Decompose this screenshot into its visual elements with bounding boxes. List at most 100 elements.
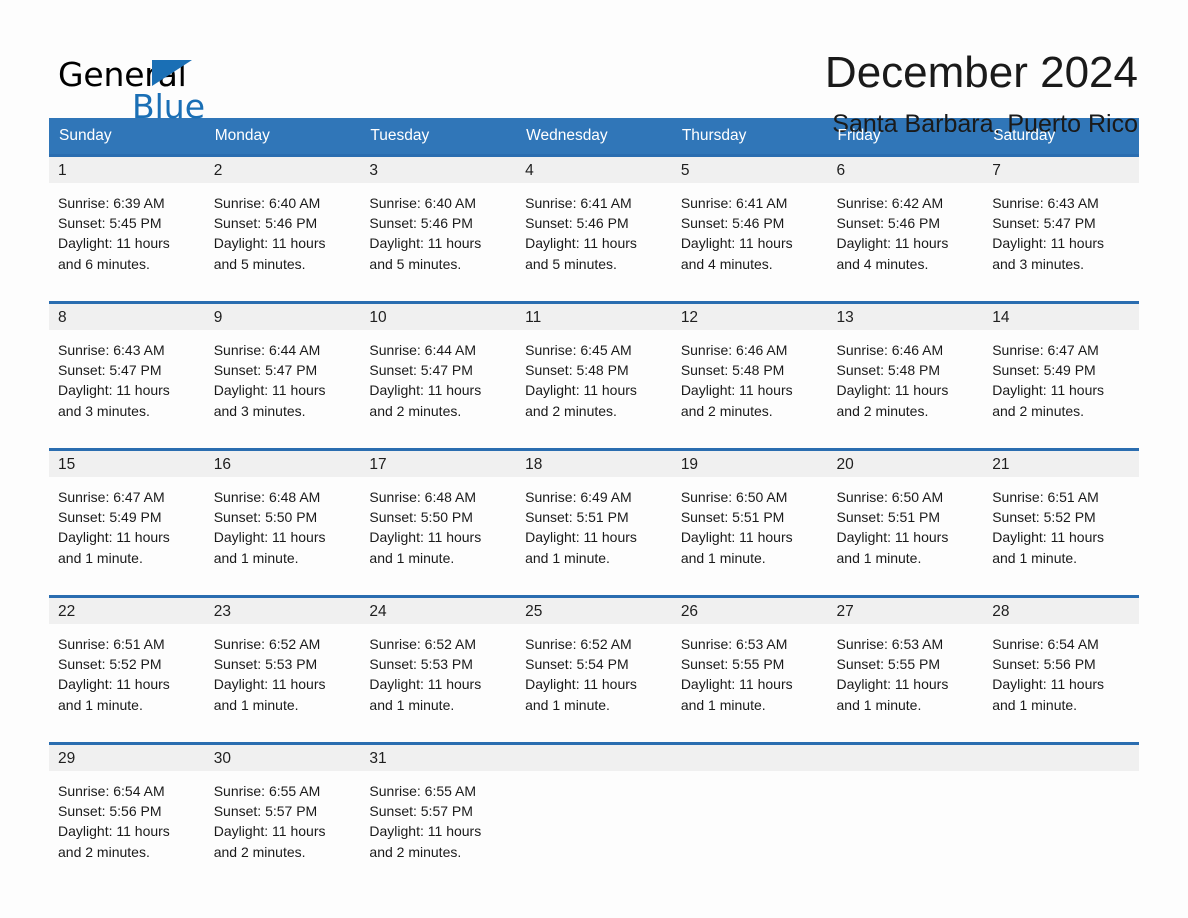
day-number: 27 xyxy=(827,598,984,624)
day-number: 12 xyxy=(671,304,828,330)
day-number: 18 xyxy=(516,451,672,477)
day-sun-info: Sunrise: 6:51 AM Sunset: 5:52 PM Dayligh… xyxy=(58,636,170,713)
logo-triangle-icon xyxy=(152,60,192,86)
day-sun-info: Sunrise: 6:50 AM Sunset: 5:51 PM Dayligh… xyxy=(836,489,949,566)
day-cell[interactable]: 4 Sunrise: 6:41 AM Sunset: 5:46 PM Daylig… xyxy=(516,154,672,289)
calendar-weeks: 1 Sunrise: 6:39 AM Sunset: 5:45 PM Daylig… xyxy=(49,154,1139,877)
day-cell[interactable]: 30 Sunrise: 6:55 AM Sunset: 5:57 PM Dayli… xyxy=(204,742,361,877)
day-cell[interactable]: 24 Sunrise: 6:52 AM Sunset: 5:53 PM Dayli… xyxy=(360,595,517,730)
day-cell-empty xyxy=(516,742,672,877)
day-number: 14 xyxy=(983,304,1139,330)
day-number: 7 xyxy=(983,157,1139,183)
day-number: 15 xyxy=(49,451,205,477)
day-number: 24 xyxy=(360,598,517,624)
day-sun-info: Sunrise: 6:54 AM Sunset: 5:56 PM Dayligh… xyxy=(992,636,1105,713)
calendar-week-row: 1 Sunrise: 6:39 AM Sunset: 5:45 PM Daylig… xyxy=(49,154,1139,289)
weekday-header-wednesday: Wednesday xyxy=(526,127,608,144)
day-sun-info: Sunrise: 6:45 AM Sunset: 5:48 PM Dayligh… xyxy=(525,342,637,419)
day-sun-info: Sunrise: 6:53 AM Sunset: 5:55 PM Dayligh… xyxy=(836,636,949,713)
day-number xyxy=(983,745,1139,771)
day-cell[interactable]: 27 Sunrise: 6:53 AM Sunset: 5:55 PM Dayli… xyxy=(827,595,984,730)
day-sun-info: Sunrise: 6:49 AM Sunset: 5:51 PM Dayligh… xyxy=(525,489,637,566)
day-cell[interactable]: 25 Sunrise: 6:52 AM Sunset: 5:54 PM Dayli… xyxy=(516,595,672,730)
day-sun-info: Sunrise: 6:41 AM Sunset: 5:46 PM Dayligh… xyxy=(680,195,793,272)
day-cell[interactable]: 21 Sunrise: 6:51 AM Sunset: 5:52 PM Dayli… xyxy=(983,448,1139,583)
day-number: 31 xyxy=(360,745,517,771)
day-number: 23 xyxy=(204,598,361,624)
day-cell[interactable]: 14 Sunrise: 6:47 AM Sunset: 5:49 PM Dayli… xyxy=(983,301,1139,436)
day-cell[interactable]: 3 Sunrise: 6:40 AM Sunset: 5:46 PM Daylig… xyxy=(360,154,517,289)
week-spacer xyxy=(49,583,1139,595)
day-sun-info: Sunrise: 6:44 AM Sunset: 5:47 PM Dayligh… xyxy=(369,342,482,419)
day-cell[interactable]: 17 Sunrise: 6:48 AM Sunset: 5:50 PM Dayli… xyxy=(360,448,517,583)
day-sun-info: Sunrise: 6:52 AM Sunset: 5:53 PM Dayligh… xyxy=(213,636,326,713)
day-sun-info: Sunrise: 6:44 AM Sunset: 5:47 PM Dayligh… xyxy=(213,342,326,419)
day-cell-empty xyxy=(827,742,984,877)
day-number: 9 xyxy=(204,304,361,330)
day-number: 25 xyxy=(516,598,672,624)
day-number: 17 xyxy=(360,451,517,477)
day-cell[interactable]: 11 Sunrise: 6:45 AM Sunset: 5:48 PM Dayli… xyxy=(516,301,672,436)
day-sun-info: Sunrise: 6:52 AM Sunset: 5:54 PM Dayligh… xyxy=(525,636,637,713)
weekday-header-thursday: Thursday xyxy=(681,127,747,144)
day-number: 4 xyxy=(516,157,672,183)
day-sun-info: Sunrise: 6:40 AM Sunset: 5:46 PM Dayligh… xyxy=(369,195,482,272)
day-number: 30 xyxy=(204,745,361,771)
day-cell[interactable]: 15 Sunrise: 6:47 AM Sunset: 5:49 PM Dayli… xyxy=(49,448,205,583)
calendar-week-row: 8 Sunrise: 6:43 AM Sunset: 5:47 PM Daylig… xyxy=(49,301,1139,436)
day-number: 5 xyxy=(671,157,828,183)
day-cell[interactable]: 6 Sunrise: 6:42 AM Sunset: 5:46 PM Daylig… xyxy=(827,154,984,289)
day-cell[interactable]: 29 Sunrise: 6:54 AM Sunset: 5:56 PM Dayli… xyxy=(49,742,205,877)
day-cell[interactable]: 31 Sunrise: 6:55 AM Sunset: 5:57 PM Dayli… xyxy=(360,742,517,877)
calendar-page: General Blue December 2024 Santa Barbara… xyxy=(0,0,1188,918)
day-sun-info: Sunrise: 6:53 AM Sunset: 5:55 PM Dayligh… xyxy=(680,636,793,713)
day-sun-info: Sunrise: 6:50 AM Sunset: 5:51 PM Dayligh… xyxy=(680,489,793,566)
day-sun-info xyxy=(516,771,672,781)
day-sun-info: Sunrise: 6:42 AM Sunset: 5:46 PM Dayligh… xyxy=(836,195,949,272)
day-cell[interactable]: 7 Sunrise: 6:43 AM Sunset: 5:47 PM Daylig… xyxy=(983,154,1139,289)
day-cell-empty xyxy=(983,742,1139,877)
day-number: 20 xyxy=(827,451,984,477)
day-cell[interactable]: 12 Sunrise: 6:46 AM Sunset: 5:48 PM Dayli… xyxy=(671,301,828,436)
day-cell[interactable]: 5 Sunrise: 6:41 AM Sunset: 5:46 PM Daylig… xyxy=(671,154,828,289)
day-cell[interactable]: 28 Sunrise: 6:54 AM Sunset: 5:56 PM Dayli… xyxy=(983,595,1139,730)
day-sun-info xyxy=(983,771,1139,781)
day-number: 3 xyxy=(360,157,517,183)
week-spacer xyxy=(49,289,1139,301)
day-cell[interactable]: 13 Sunrise: 6:46 AM Sunset: 5:48 PM Dayli… xyxy=(827,301,984,436)
weekday-header-friday: Friday xyxy=(837,127,881,144)
page-header: General Blue December 2024 Santa Barbara… xyxy=(0,0,1188,137)
day-number xyxy=(516,745,672,771)
day-cell[interactable]: 1 Sunrise: 6:39 AM Sunset: 5:45 PM Daylig… xyxy=(49,154,205,289)
day-number xyxy=(671,745,828,771)
day-number: 16 xyxy=(204,451,361,477)
day-cell[interactable]: 2 Sunrise: 6:40 AM Sunset: 5:46 PM Daylig… xyxy=(204,154,361,289)
day-sun-info: Sunrise: 6:48 AM Sunset: 5:50 PM Dayligh… xyxy=(369,489,482,566)
day-number: 13 xyxy=(827,304,984,330)
logo-text-blue: Blue xyxy=(132,87,206,126)
day-sun-info: Sunrise: 6:47 AM Sunset: 5:49 PM Dayligh… xyxy=(992,342,1105,419)
day-number: 21 xyxy=(983,451,1139,477)
day-sun-info: Sunrise: 6:47 AM Sunset: 5:49 PM Dayligh… xyxy=(58,489,170,566)
day-cell[interactable]: 18 Sunrise: 6:49 AM Sunset: 5:51 PM Dayli… xyxy=(516,448,672,583)
day-cell[interactable]: 22 Sunrise: 6:51 AM Sunset: 5:52 PM Dayli… xyxy=(49,595,205,730)
general-blue-logo: General Blue xyxy=(58,48,258,128)
day-cell[interactable]: 9 Sunrise: 6:44 AM Sunset: 5:47 PM Daylig… xyxy=(204,301,361,436)
day-sun-info xyxy=(672,771,828,781)
day-number: 1 xyxy=(49,157,205,183)
day-cell[interactable]: 8 Sunrise: 6:43 AM Sunset: 5:47 PM Daylig… xyxy=(49,301,205,436)
day-cell[interactable]: 16 Sunrise: 6:48 AM Sunset: 5:50 PM Dayli… xyxy=(204,448,361,583)
page-title: December 2024 xyxy=(824,48,1138,97)
calendar: Sunday Monday Tuesday Wednesday Thursday… xyxy=(0,110,1188,877)
day-cell[interactable]: 26 Sunrise: 6:53 AM Sunset: 5:55 PM Dayli… xyxy=(671,595,828,730)
day-cell[interactable]: 19 Sunrise: 6:50 AM Sunset: 5:51 PM Dayli… xyxy=(671,448,828,583)
day-cell[interactable]: 20 Sunrise: 6:50 AM Sunset: 5:51 PM Dayli… xyxy=(827,448,984,583)
calendar-week-row: 15 Sunrise: 6:47 AM Sunset: 5:49 PM Dayli… xyxy=(49,448,1139,583)
day-cell[interactable]: 23 Sunrise: 6:52 AM Sunset: 5:53 PM Dayli… xyxy=(204,595,361,730)
calendar-week-row: 22 Sunrise: 6:51 AM Sunset: 5:52 PM Dayli… xyxy=(49,595,1139,730)
day-sun-info: Sunrise: 6:40 AM Sunset: 5:46 PM Dayligh… xyxy=(213,195,326,272)
week-spacer xyxy=(49,730,1139,742)
day-cell[interactable]: 10 Sunrise: 6:44 AM Sunset: 5:47 PM Dayli… xyxy=(360,301,517,436)
day-number: 19 xyxy=(671,451,828,477)
day-sun-info: Sunrise: 6:52 AM Sunset: 5:53 PM Dayligh… xyxy=(369,636,482,713)
